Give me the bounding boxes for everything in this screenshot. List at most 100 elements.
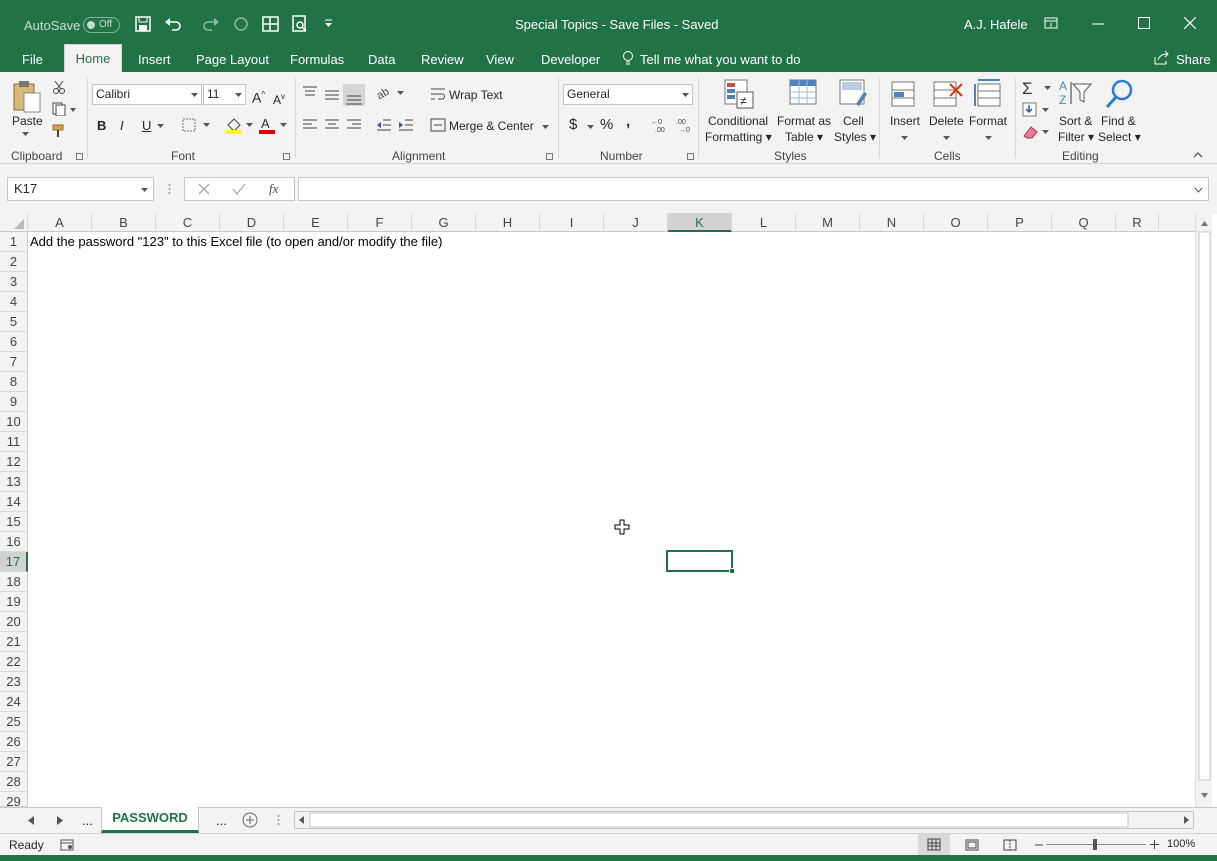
row-header-21[interactable]: 21 — [0, 632, 28, 652]
sheet-tab-password[interactable]: PASSWORD — [101, 807, 199, 833]
column-header-r[interactable]: R — [1116, 213, 1159, 232]
maximize-icon[interactable] — [1138, 17, 1150, 29]
cell-styles-line2[interactable]: Styles ▾ — [834, 130, 876, 145]
active-cell-k17[interactable] — [666, 550, 735, 574]
row-header-4[interactable]: 4 — [0, 292, 28, 312]
decrease-decimal-icon[interactable]: .00 →0 — [675, 118, 693, 132]
font-size-select[interactable]: 11 — [203, 84, 246, 105]
merge-dropdown-icon[interactable] — [542, 125, 549, 129]
currency-button[interactable]: $ — [569, 117, 577, 132]
close-icon[interactable] — [1184, 17, 1196, 29]
number-format-select[interactable]: General — [563, 84, 693, 105]
zoom-out-icon[interactable] — [1035, 844, 1043, 846]
tab-split-handle-icon[interactable] — [277, 814, 280, 826]
tell-me-search[interactable]: Tell me what you want to do — [636, 50, 804, 74]
format-cells-button[interactable]: Format — [969, 114, 1007, 129]
font-color-icon[interactable]: A — [258, 116, 288, 134]
row-header-24[interactable]: 24 — [0, 692, 28, 712]
insert-dropdown-icon[interactable] — [901, 136, 908, 140]
find-select-line2[interactable]: Select ▾ — [1098, 130, 1141, 145]
enter-icon[interactable] — [232, 183, 246, 195]
row-header-28[interactable]: 28 — [0, 772, 28, 792]
column-header-i[interactable]: I — [540, 213, 604, 232]
vertical-scrollbar[interactable] — [1195, 213, 1212, 807]
align-center-icon[interactable] — [324, 119, 340, 131]
clear-icon[interactable] — [1022, 124, 1052, 140]
row-header-10[interactable]: 10 — [0, 412, 28, 432]
row-header-17[interactable]: 17 — [0, 552, 28, 572]
row-header-7[interactable]: 7 — [0, 352, 28, 372]
column-header-q[interactable]: Q — [1052, 213, 1116, 232]
normal-view-button[interactable] — [918, 834, 950, 855]
tab-formulas[interactable]: Formulas — [286, 50, 348, 74]
font-name-select[interactable]: Calibri — [92, 84, 202, 105]
align-top-icon[interactable] — [302, 86, 318, 98]
orientation-icon[interactable]: ab — [377, 86, 405, 100]
row-header-13[interactable]: 13 — [0, 472, 28, 492]
conditional-formatting-line2[interactable]: Formatting ▾ — [705, 130, 772, 145]
share-icon[interactable] — [1154, 51, 1169, 65]
row-header-14[interactable]: 14 — [0, 492, 28, 512]
row-header-19[interactable]: 19 — [0, 592, 28, 612]
row-header-9[interactable]: 9 — [0, 392, 28, 412]
column-header-b[interactable]: B — [92, 213, 156, 232]
fill-icon[interactable] — [1022, 102, 1052, 118]
insert-function-button[interactable]: fx — [269, 181, 278, 196]
column-header-d[interactable]: D — [220, 213, 284, 232]
user-name[interactable]: A.J. Hafele — [964, 17, 1028, 32]
delete-cells-button[interactable]: Delete — [929, 114, 964, 129]
bold-button[interactable]: B — [97, 118, 106, 133]
zoom-level[interactable]: 100% — [1167, 838, 1195, 850]
cancel-icon[interactable] — [198, 183, 210, 195]
sort-filter-line2[interactable]: Filter ▾ — [1058, 130, 1094, 145]
page-break-view-icon[interactable] — [1003, 839, 1017, 851]
merge-center-button[interactable]: Merge & Center — [449, 119, 534, 134]
column-header-k[interactable]: K — [668, 213, 732, 232]
percent-button[interactable]: % — [600, 117, 613, 132]
align-middle-icon[interactable] — [324, 89, 340, 101]
row-header-22[interactable]: 22 — [0, 652, 28, 672]
page-layout-view-icon[interactable] — [965, 839, 979, 851]
increase-decimal-icon[interactable]: ←0.00 — [651, 118, 669, 132]
tab-developer[interactable]: Developer — [537, 50, 604, 74]
paste-icon[interactable] — [12, 80, 42, 114]
zoom-in-icon[interactable] — [1150, 840, 1159, 849]
column-header-j[interactable]: J — [604, 213, 668, 232]
cells-area[interactable]: Add the password "123" to this Excel fil… — [28, 232, 1195, 807]
row-header-15[interactable]: 15 — [0, 512, 28, 532]
tab-insert[interactable]: Insert — [134, 50, 175, 74]
wrap-text-button[interactable]: Wrap Text — [449, 88, 503, 103]
row-header-26[interactable]: 26 — [0, 732, 28, 752]
column-header-p[interactable]: P — [988, 213, 1052, 232]
underline-button[interactable]: U — [142, 118, 151, 133]
autosum-icon[interactable]: Σ — [1022, 80, 1052, 96]
column-header-h[interactable]: H — [476, 213, 540, 232]
decrease-indent-icon[interactable] — [376, 118, 392, 132]
scroll-sheets-right-icon[interactable] — [57, 816, 63, 825]
tab-page-layout[interactable]: Page Layout — [192, 50, 273, 74]
format-dropdown-icon[interactable] — [985, 136, 992, 140]
paste-dropdown-icon[interactable] — [22, 132, 29, 136]
borders-icon[interactable] — [182, 118, 210, 132]
zoom-slider-thumb[interactable] — [1093, 839, 1097, 850]
paste-label[interactable]: Paste — [12, 114, 43, 129]
tab-view[interactable]: View — [482, 50, 518, 74]
delete-dropdown-icon[interactable] — [943, 136, 950, 140]
tab-data[interactable]: Data — [364, 50, 399, 74]
column-header-c[interactable]: C — [156, 213, 220, 232]
share-button[interactable]: Share — [1172, 50, 1215, 74]
font-launcher-icon[interactable] — [283, 153, 290, 160]
row-header-16[interactable]: 16 — [0, 532, 28, 552]
new-sheet-icon[interactable] — [242, 812, 258, 828]
sheets-overflow-left[interactable]: ... — [82, 813, 93, 828]
row-header-3[interactable]: 3 — [0, 272, 28, 292]
select-all-corner[interactable] — [0, 213, 28, 232]
horizontal-scrollbar[interactable] — [294, 811, 1194, 829]
increase-font-icon[interactable]: A^ — [252, 87, 265, 106]
column-header-n[interactable]: N — [860, 213, 924, 232]
cell-styles-line1[interactable]: Cell — [843, 114, 864, 129]
copy-icon[interactable] — [52, 102, 76, 116]
ribbon-display-icon[interactable] — [1044, 17, 1058, 29]
format-as-table-line2[interactable]: Table ▾ — [785, 130, 823, 145]
form-icon[interactable] — [262, 16, 279, 32]
